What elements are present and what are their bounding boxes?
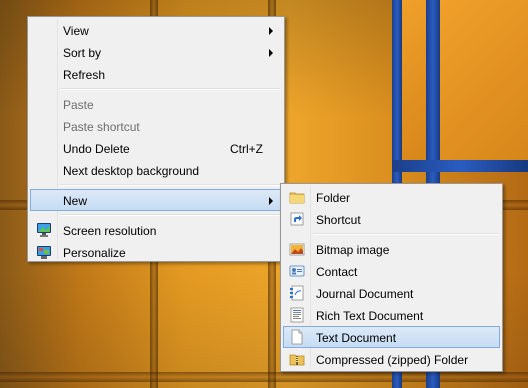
- menu-item-label: Text Document: [316, 331, 397, 345]
- menu-separator: [60, 88, 280, 90]
- submenu-arrow-icon: [269, 27, 273, 35]
- desktop-context-menu: View Sort by Refresh Paste Paste shortcu…: [27, 16, 285, 262]
- menu-item-undo-delete[interactable]: Undo Delete Ctrl+Z: [30, 137, 282, 159]
- zip-folder-icon: [289, 351, 305, 367]
- menu-item-label: Next desktop background: [63, 164, 200, 178]
- menu-item-refresh[interactable]: Refresh: [30, 63, 282, 85]
- menu-item-label: Shortcut: [316, 213, 361, 227]
- menu-item-paste-shortcut: Paste shortcut: [30, 115, 282, 137]
- menu-item-label: Rich Text Document: [316, 309, 424, 323]
- new-folder-item[interactable]: Folder: [283, 186, 500, 208]
- personalize-icon: [36, 244, 52, 260]
- new-text-document-item[interactable]: Text Document: [283, 326, 500, 348]
- rich-text-icon: [289, 307, 305, 323]
- bitmap-icon: [289, 241, 305, 257]
- contact-icon: [289, 263, 305, 279]
- menu-item-personalize[interactable]: Personalize: [30, 241, 282, 263]
- new-bitmap-item[interactable]: Bitmap image: [283, 238, 500, 260]
- new-shortcut-item[interactable]: Shortcut: [283, 208, 500, 230]
- menu-item-label: Paste: [63, 98, 94, 112]
- menu-item-label: New: [63, 194, 88, 208]
- text-document-icon: [289, 329, 305, 345]
- menu-item-label: Personalize: [63, 246, 126, 260]
- new-contact-item[interactable]: Contact: [283, 260, 500, 282]
- desktop-background[interactable]: View Sort by Refresh Paste Paste shortcu…: [0, 0, 528, 388]
- menu-item-screen-resolution[interactable]: Screen resolution: [30, 219, 282, 241]
- new-submenu: Folder Shortcut Bitmap image Contact Jou…: [280, 183, 503, 372]
- menu-separator: [60, 184, 280, 186]
- menu-item-label: Journal Document: [316, 287, 414, 301]
- menu-item-label: Compressed (zipped) Folder: [316, 353, 469, 367]
- submenu-arrow-icon: [269, 197, 273, 205]
- new-compressed-folder-item[interactable]: Compressed (zipped) Folder: [283, 348, 500, 370]
- menu-separator: [60, 214, 280, 216]
- menu-item-label: Sort by: [63, 46, 102, 60]
- menu-item-label: Folder: [316, 191, 351, 205]
- menu-item-label: View: [63, 24, 89, 38]
- submenu-arrow-icon: [269, 49, 273, 57]
- menu-item-label: Undo Delete: [63, 142, 130, 156]
- new-journal-document-item[interactable]: Journal Document: [283, 282, 500, 304]
- menu-item-label: Bitmap image: [316, 243, 390, 257]
- menu-item-next-desktop-background[interactable]: Next desktop background: [30, 159, 282, 181]
- folder-icon: [289, 189, 305, 205]
- shortcut-hint: Ctrl+Z: [230, 142, 263, 156]
- monitor-icon: [36, 222, 52, 238]
- menu-item-view[interactable]: View: [30, 19, 282, 41]
- menu-item-paste: Paste: [30, 93, 282, 115]
- journal-icon: [289, 285, 305, 301]
- menu-item-label: Paste shortcut: [63, 120, 140, 134]
- menu-item-new[interactable]: New: [30, 189, 282, 211]
- new-rich-text-document-item[interactable]: Rich Text Document: [283, 304, 500, 326]
- menu-item-label: Refresh: [63, 68, 106, 82]
- menu-item-sort-by[interactable]: Sort by: [30, 41, 282, 63]
- menu-item-label: Screen resolution: [63, 224, 157, 238]
- menu-item-label: Contact: [316, 265, 358, 279]
- shortcut-icon: [289, 211, 305, 227]
- menu-separator: [313, 233, 498, 235]
